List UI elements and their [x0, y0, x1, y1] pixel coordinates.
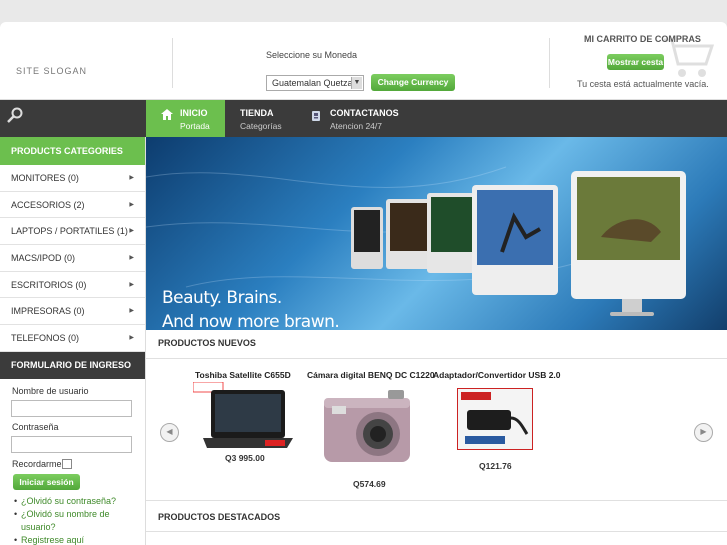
nav-item-subtitle: Portada [180, 121, 210, 131]
username-label: Nombre de usuario [12, 386, 89, 396]
product-price: Q574.69 [353, 479, 386, 489]
category-item[interactable]: ACCESORIOS (2) ▶ [0, 192, 145, 219]
chevron-right-icon: ▶ [129, 175, 134, 181]
nav-item-subtitle: Categorías [240, 121, 282, 131]
hero-banner[interactable]: Beauty. Brains. And now more brawn. [146, 137, 727, 332]
carousel-prev-button[interactable]: ◀ [160, 423, 179, 442]
usb-adapter-image [457, 388, 533, 450]
chevron-right-icon: ▶ [129, 308, 134, 315]
header: SITE SLOGAN Seleccione su Moneda Guatema… [0, 22, 727, 100]
forgot-password-link[interactable]: ¿Olvidó su contraseña? [14, 495, 134, 508]
product-name: Adaptador/Convertidor USB 2.0 [433, 370, 561, 380]
product-name: Toshiba Satellite C655D [195, 370, 291, 380]
laptop-image [193, 382, 293, 448]
username-input[interactable] [11, 400, 132, 417]
cart-status: Tu cesta está actualmente vacía. [577, 79, 709, 89]
change-currency-button[interactable]: Change Currency [371, 74, 455, 91]
category-label: TELEFONOS (0) [11, 333, 80, 344]
category-item[interactable]: LAPTOPS / PORTATILES (1) ▶ [0, 218, 145, 246]
camera-image [324, 390, 410, 462]
nav-item-contactanos[interactable]: CONTACTANOS Atencion 24/7 [312, 100, 399, 137]
home-icon [161, 109, 173, 120]
main-nav: INICIO Portada TIENDA Categorías CONTACT… [0, 100, 727, 137]
contact-icon [312, 111, 320, 121]
category-label: LAPTOPS / PORTATILES (1) [11, 226, 128, 237]
search-icon[interactable] [6, 106, 24, 124]
category-item[interactable]: TELEFONOS (0) ▶ [0, 325, 145, 352]
page: SITE SLOGAN Seleccione su Moneda Guatema… [0, 22, 727, 545]
category-item[interactable]: ESCRITORIOS (0) ▶ [0, 272, 145, 299]
nav-item-title: TIENDA [240, 108, 274, 118]
divider [172, 38, 173, 88]
chevron-right-icon: ▶ [129, 228, 134, 235]
login-links: ¿Olvidó su contraseña? ¿Olvidó su nombre… [14, 495, 134, 545]
chevron-right-icon: ▶ [129, 255, 134, 262]
product-price: Q121.76 [479, 461, 512, 471]
divider [549, 38, 550, 88]
category-item[interactable]: MONITORES (0) ▶ [0, 165, 145, 192]
new-products-title: PRODUCTOS NUEVOS [146, 327, 727, 359]
register-link[interactable]: Registrese aquí [14, 534, 134, 545]
password-label: Contraseña [12, 422, 59, 432]
nav-item-tienda[interactable]: TIENDA Categorías [240, 100, 282, 137]
site-slogan: SITE SLOGAN [16, 66, 88, 76]
category-label: ESCRITORIOS (0) [11, 279, 87, 290]
category-label: MACS/IPOD (0) [11, 253, 76, 264]
cart-icon [664, 38, 714, 77]
nav-item-subtitle: Atencion 24/7 [330, 121, 382, 131]
chevron-right-icon: ▶ [129, 201, 134, 208]
login-form: Nombre de usuario Contraseña Recordarme … [0, 379, 145, 545]
carousel-next-button[interactable]: ▶ [694, 423, 713, 442]
currency-label: Seleccione su Moneda [266, 50, 358, 60]
remember-checkbox[interactable] [62, 459, 72, 469]
login-button[interactable]: Iniciar sesión [13, 474, 80, 490]
chevron-right-icon: ▶ [129, 281, 134, 288]
chevron-down-icon: ▼ [351, 77, 362, 89]
currency-selected-value: Guatemalan Quetzal [272, 78, 355, 88]
product-name: Cámara digital BENQ DC C1220 [307, 370, 435, 380]
category-label: ACCESORIOS (2) [11, 199, 85, 210]
chevron-right-icon: ▶ [129, 335, 134, 342]
password-input[interactable] [11, 436, 132, 453]
category-label: IMPRESORAS (0) [11, 306, 85, 317]
sidebar: PRODUCTS CATEGORIES MONITORES (0) ▶ ACCES… [0, 137, 146, 545]
categories-title: PRODUCTS CATEGORIES [0, 137, 145, 165]
currency-select[interactable]: Guatemalan Quetzal ▼ [266, 75, 364, 91]
nav-item-title: INICIO [180, 108, 208, 118]
category-label: MONITORES (0) [11, 173, 79, 183]
featured-products-title: PRODUCTOS DESTACADOS [146, 500, 727, 532]
category-item[interactable]: IMPRESORAS (0) ▶ [0, 298, 145, 326]
remember-label: Recordarme [12, 459, 62, 469]
show-cart-button[interactable]: Mostrar cesta [607, 54, 664, 70]
nav-item-title: CONTACTANOS [330, 108, 399, 118]
login-title: FORMULARIO DE INGRESO [0, 351, 145, 379]
forgot-username-link[interactable]: ¿Olvidó su nombre de usuario? [14, 508, 134, 534]
banner-headline: Beauty. Brains. [162, 288, 282, 308]
nav-item-inicio[interactable]: INICIO Portada [146, 100, 225, 137]
product-price: Q3 995.00 [225, 453, 265, 463]
category-item[interactable]: MACS/IPOD (0) ▶ [0, 245, 145, 272]
